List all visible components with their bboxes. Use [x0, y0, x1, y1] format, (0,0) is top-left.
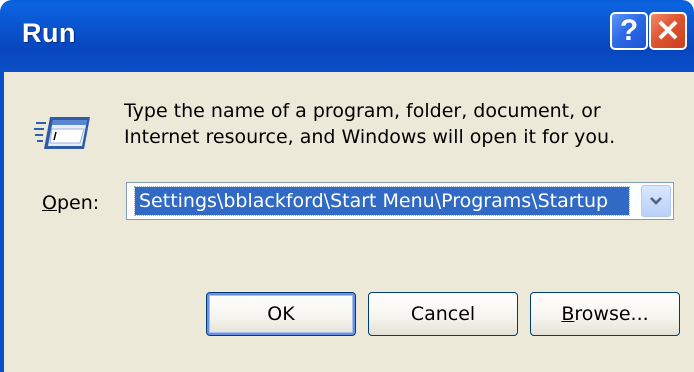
open-input[interactable]: Settings\bblackford\Start Menu\Programs\… — [134, 186, 630, 216]
help-icon: ? — [619, 14, 639, 47]
close-button[interactable]: ✕ — [649, 12, 687, 50]
chevron-down-icon — [650, 197, 662, 205]
close-icon: ✕ — [655, 14, 681, 48]
run-program-icon — [34, 117, 90, 149]
description-text: Type the name of a program, folder, docu… — [124, 100, 616, 148]
ok-button-label: OK — [267, 303, 295, 325]
run-dialog: Run ? ✕ Type the name of a program, fold… — [0, 0, 694, 372]
open-label-rest: pen: — [56, 192, 100, 214]
title-bar[interactable]: Run ? ✕ — [0, 0, 694, 72]
browse-button[interactable]: Browse... — [530, 292, 680, 336]
cancel-button-label: Cancel — [410, 303, 476, 325]
open-label-mnemonic: O — [42, 192, 57, 214]
cancel-button[interactable]: Cancel — [368, 292, 518, 336]
window-title: Run — [22, 18, 76, 48]
dialog-body: Type the name of a program, folder, docu… — [0, 72, 694, 372]
browse-button-mnemonic: B — [561, 303, 575, 325]
dropdown-button[interactable] — [641, 185, 671, 217]
browse-button-label: rowse... — [574, 303, 649, 325]
ok-button[interactable]: OK — [206, 292, 356, 336]
help-button[interactable]: ? — [610, 12, 648, 50]
open-label: Open: — [42, 192, 99, 214]
open-combobox[interactable]: Settings\bblackford\Start Menu\Programs\… — [126, 182, 674, 220]
